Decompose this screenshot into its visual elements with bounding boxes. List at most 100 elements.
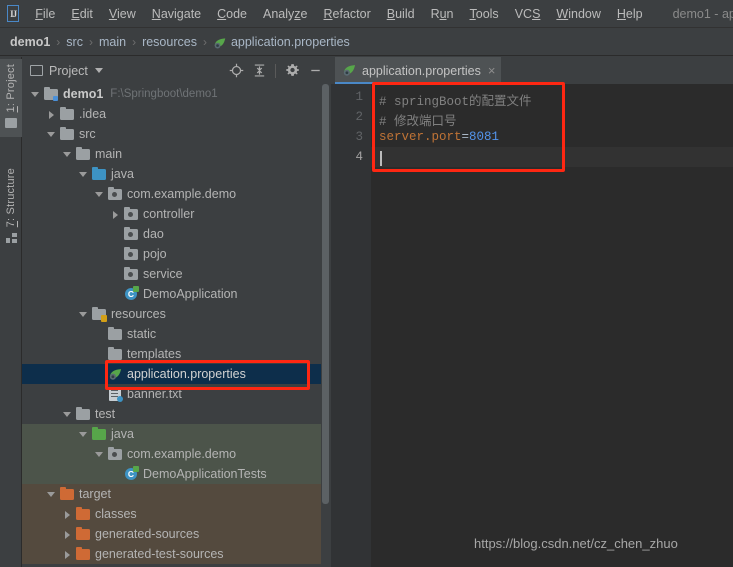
chevron-right-icon[interactable] — [62, 509, 73, 520]
breadcrumb-item-src[interactable]: src — [66, 35, 83, 49]
tree-node[interactable]: target — [22, 484, 330, 504]
code-token: # 修改端口号 — [379, 115, 457, 129]
tree-node-label: test — [95, 407, 116, 421]
tree-node[interactable]: test — [22, 404, 330, 424]
tree-node[interactable]: src — [22, 124, 330, 144]
breadcrumb-item-resources[interactable]: resources — [142, 35, 197, 49]
menu-item-code[interactable]: Code — [209, 4, 255, 24]
hide-panel-icon[interactable] — [304, 60, 326, 82]
sidebar-item-project[interactable]: 1: Project — [0, 59, 22, 137]
menu-item-analyze[interactable]: Analyze — [255, 4, 315, 24]
close-icon[interactable]: × — [488, 64, 496, 77]
structure-icon — [5, 233, 17, 244]
breadcrumb-separator: › — [88, 34, 93, 49]
node-icon — [124, 226, 139, 241]
chevron-down-icon[interactable] — [30, 89, 41, 100]
tree-node[interactable]: dao — [22, 224, 330, 244]
breadcrumb-item-main[interactable]: main — [99, 35, 126, 49]
breadcrumb-item-demo1[interactable]: demo1 — [10, 35, 50, 49]
tree-node-label: banner.txt — [127, 387, 182, 401]
tree-node[interactable]: C DemoApplication — [22, 284, 330, 304]
menu-item-tools[interactable]: Tools — [462, 4, 507, 24]
tree-node-label: DemoApplication — [143, 287, 238, 301]
chevron-down-icon[interactable] — [62, 409, 73, 420]
tree-node[interactable]: java — [22, 164, 330, 184]
watermark-text: https://blog.csdn.net/cz_chen_zhuo — [474, 536, 678, 551]
tree-node[interactable]: com.example.demo — [22, 184, 330, 204]
tree-node[interactable]: resources — [22, 304, 330, 324]
tree-node-path: F:\Springboot\demo1 — [110, 88, 218, 100]
tree-node[interactable]: demo1 F:\Springboot\demo1 — [22, 84, 330, 104]
node-icon: C — [124, 466, 139, 481]
chevron-right-icon[interactable] — [46, 109, 57, 120]
project-tree[interactable]: demo1 F:\Springboot\demo1 .idea src main java… — [22, 84, 330, 567]
chevron-down-icon[interactable] — [78, 429, 89, 440]
tree-node[interactable]: application.properties — [22, 364, 330, 384]
project-tool-window: Project demo1 F:\Springboot\demo1 .idea … — [22, 57, 330, 567]
tree-node[interactable]: java — [22, 424, 330, 444]
sidebar-item-structure[interactable]: 7: Structure — [0, 163, 22, 259]
menu-item-run[interactable]: Run — [423, 4, 462, 24]
chevron-down-icon[interactable] — [94, 68, 103, 73]
tree-node[interactable]: pojo — [22, 244, 330, 264]
menu-mnemonic: S — [532, 6, 541, 21]
tree-node-label: templates — [127, 347, 182, 361]
tree-node[interactable]: service — [22, 264, 330, 284]
intellij-logo-icon: IJ — [7, 5, 20, 22]
menu-item-edit[interactable]: Edit — [63, 4, 101, 24]
menu-mnemonic: z — [294, 6, 301, 21]
node-icon — [108, 346, 123, 361]
tree-node[interactable]: main — [22, 144, 330, 164]
locate-icon[interactable] — [225, 60, 247, 82]
tree-node[interactable]: banner.txt — [22, 384, 330, 404]
menu-item-window[interactable]: Window — [548, 4, 608, 24]
tree-node[interactable]: generated-sources — [22, 524, 330, 544]
tree-node[interactable]: C DemoApplicationTests — [22, 464, 330, 484]
menu-mnemonic: W — [556, 6, 569, 21]
menu-item-navigate[interactable]: Navigate — [144, 4, 209, 24]
tree-node[interactable]: static — [22, 324, 330, 344]
menu-item-vcs[interactable]: VCS — [507, 4, 549, 24]
chevron-down-icon[interactable] — [78, 309, 89, 320]
settings-gear-icon[interactable] — [281, 60, 303, 82]
menu-mnemonic: F — [35, 6, 43, 21]
menu-mnemonic: B — [386, 6, 396, 21]
tree-node[interactable]: templates — [22, 344, 330, 364]
chevron-down-icon[interactable] — [46, 129, 57, 140]
spring-class-icon: C — [125, 466, 139, 480]
chevron-down-icon[interactable] — [78, 169, 89, 180]
chevron-down-icon[interactable] — [94, 189, 105, 200]
menu-item-view[interactable]: View — [101, 4, 144, 24]
tree-node[interactable]: .idea — [22, 104, 330, 124]
breadcrumb-item-application-properties[interactable]: application.properties — [213, 35, 350, 49]
menu-item-help[interactable]: Help — [609, 4, 651, 24]
chevron-right-icon[interactable] — [62, 549, 73, 560]
tree-node[interactable]: classes — [22, 504, 330, 524]
tree-node-label: service — [143, 267, 183, 281]
editor-code-area[interactable]: # springBoot的配置文件 # 修改端口号 server.port=8081 — [371, 84, 733, 567]
menu-item-file[interactable]: File — [27, 4, 63, 24]
menu-item-build[interactable]: Build — [379, 4, 423, 24]
chevron-down-icon[interactable] — [62, 149, 73, 160]
package-icon — [124, 246, 138, 260]
menu-mnemonic: H — [616, 6, 626, 21]
tree-node[interactable]: com.example.demo — [22, 444, 330, 464]
tree-node-label: main — [95, 147, 123, 161]
excluded-folder-icon — [76, 526, 90, 540]
collapse-all-icon[interactable] — [248, 60, 270, 82]
scrollbar-thumb[interactable] — [322, 84, 329, 504]
tree-node[interactable]: controller — [22, 204, 330, 224]
chevron-down-icon[interactable] — [94, 449, 105, 460]
menu-item-refactor[interactable]: Refactor — [316, 4, 379, 24]
chevron-right-icon[interactable] — [110, 209, 121, 220]
project-tree-scrollbar[interactable] — [321, 84, 330, 567]
chevron-right-icon[interactable] — [62, 529, 73, 540]
chevron-down-icon[interactable] — [46, 489, 57, 500]
menu-mnemonic: u — [439, 6, 447, 21]
tab-application-properties[interactable]: application.properties × — [335, 57, 502, 84]
tree-node[interactable]: generated-test-sources — [22, 544, 330, 564]
project-panel-toolbar — [225, 57, 326, 84]
